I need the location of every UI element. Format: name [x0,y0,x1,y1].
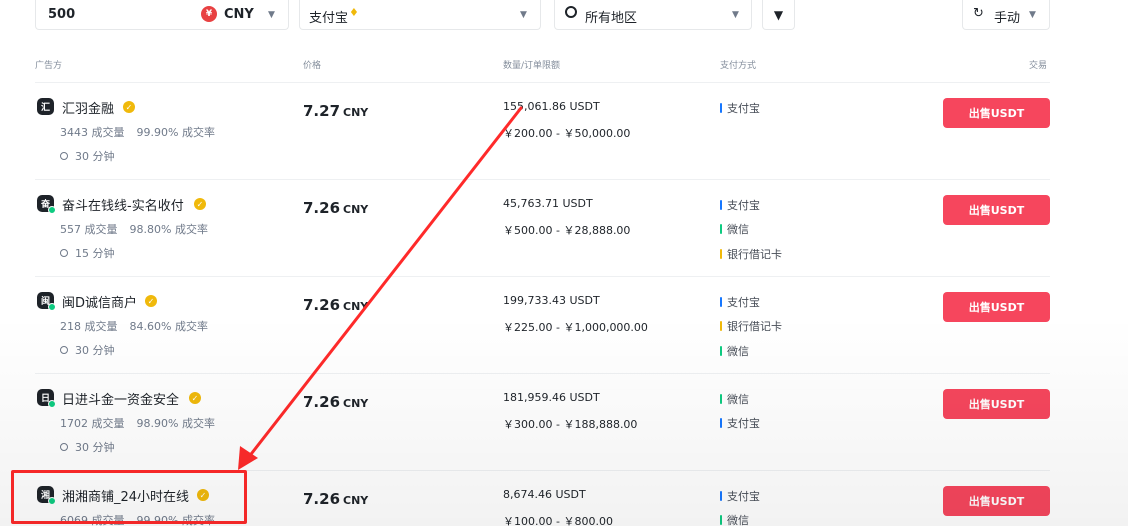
payment-method: 支付宝 [720,100,760,116]
payment-value: 支付宝 [309,11,349,26]
payment-method: 银行借记卡 [720,318,782,334]
amount-value: 500 [48,7,76,22]
annotation-arrow-icon [238,106,523,470]
chevron-down-icon: ▼ [520,10,527,20]
payment-method: 支付宝 [720,415,760,431]
divider [35,82,1050,83]
available-amount: 45,763.71 USDT [503,197,593,210]
avatar[interactable]: 汇 [37,98,54,115]
price: 7.26 CNY [303,393,369,411]
divider [35,179,1050,180]
advertiser-name[interactable]: 奋斗在钱线-实名收付 [62,195,184,214]
chevron-down-icon: ▼ [732,10,739,20]
payment-method: 微信 [720,391,749,407]
sell-usdt-button[interactable]: 出售USDT [943,195,1050,225]
advertiser-name[interactable]: 汇羽金融 [62,98,114,117]
order-limit: ￥200.00 - ￥50,000.00 [503,127,631,140]
payment-method: 支付宝 [720,488,760,504]
sell-usdt-button[interactable]: 出售USDT [943,486,1050,516]
pay-time: 30 分钟 [60,148,115,164]
cny-currency-icon: ¥ [201,6,217,22]
payment-method: 银行借记卡 [720,246,782,262]
payment-method: 微信 [720,343,749,359]
chevron-down-icon: ▼ [268,10,275,20]
globe-icon [565,6,577,18]
available-amount: 155,061.86 USDT [503,100,600,113]
payment-select[interactable]: 支付宝 ♦ ▼ [299,0,541,30]
price: 7.26 CNY [303,490,369,508]
clock-icon [60,346,68,354]
available-amount: 8,674.46 USDT [503,488,586,501]
order-limit: ￥225.00 - ￥1,000,000.00 [503,321,648,334]
advertiser-name[interactable]: 闽D诚信商户 [62,292,137,311]
verified-icon: ✓ [189,392,201,404]
payment-method: 微信 [720,221,749,237]
filter-icon: ▼ [773,7,784,22]
price: 7.26 CNY [303,199,369,217]
currency-select[interactable]: CNY [224,7,254,22]
filter-button[interactable]: ▼ [762,0,795,30]
available-amount: 199,733.43 USDT [503,294,600,307]
advertiser-name[interactable]: 日进斗金一资金安全 [62,389,179,408]
verified-icon: ✓ [123,101,135,113]
overlay-shade [0,0,1128,526]
advertiser-stats: 557 成交量 98.80% 成交率 [60,223,208,236]
header-price: 价格 [303,61,322,71]
header-advertiser: 广告方 [35,61,63,71]
sell-usdt-button[interactable]: 出售USDT [943,98,1050,128]
refresh-value: 手动 [994,11,1021,26]
hot-icon: ♦ [349,6,359,19]
divider [35,373,1050,374]
order-limit: ￥300.00 - ￥188,888.00 [503,418,638,431]
order-limit: ￥500.00 - ￥28,888.00 [503,224,631,237]
highlight-box [11,470,247,524]
advertiser-stats: 1702 成交量 98.90% 成交率 [60,417,215,430]
price: 7.27 CNY [303,102,369,120]
verified-icon: ✓ [145,295,157,307]
pay-time: 15 分钟 [60,245,115,261]
refresh-select[interactable]: ↻ 手动 ▼ [962,0,1050,30]
pay-time: 30 分钟 [60,439,115,455]
verified-icon: ✓ [194,198,206,210]
price: 7.26 CNY [303,296,369,314]
clock-icon [60,152,68,160]
sell-usdt-button[interactable]: 出售USDT [943,389,1050,419]
sell-usdt-button[interactable]: 出售USDT [943,292,1050,322]
region-value: 所有地区 [585,11,638,26]
clock-icon [60,249,68,257]
region-select[interactable]: 所有地区 ▼ [554,0,752,30]
order-limit: ￥100.00 - ￥800.00 [503,515,613,528]
header-trade: 交易 [1029,61,1048,71]
avatar[interactable]: 奋 [37,195,56,214]
header-amount: 数量/订单限额 [503,61,561,71]
advertiser-stats: 218 成交量 84.60% 成交率 [60,320,208,333]
header-payment: 支付方式 [720,61,757,71]
payment-method: 支付宝 [720,197,760,213]
avatar[interactable]: 日 [37,389,56,408]
pay-time: 30 分钟 [60,342,115,358]
avatar[interactable]: 闽 [37,292,56,311]
available-amount: 181,959.46 USDT [503,391,600,404]
payment-method: 支付宝 [720,294,760,310]
chevron-down-icon: ▼ [1029,10,1036,20]
advertiser-stats: 3443 成交量 99.90% 成交率 [60,126,215,139]
refresh-icon: ↻ [973,6,984,21]
divider [35,276,1050,277]
clock-icon [60,443,68,451]
amount-input[interactable]: 500 ¥ CNY ▼ [35,0,289,30]
